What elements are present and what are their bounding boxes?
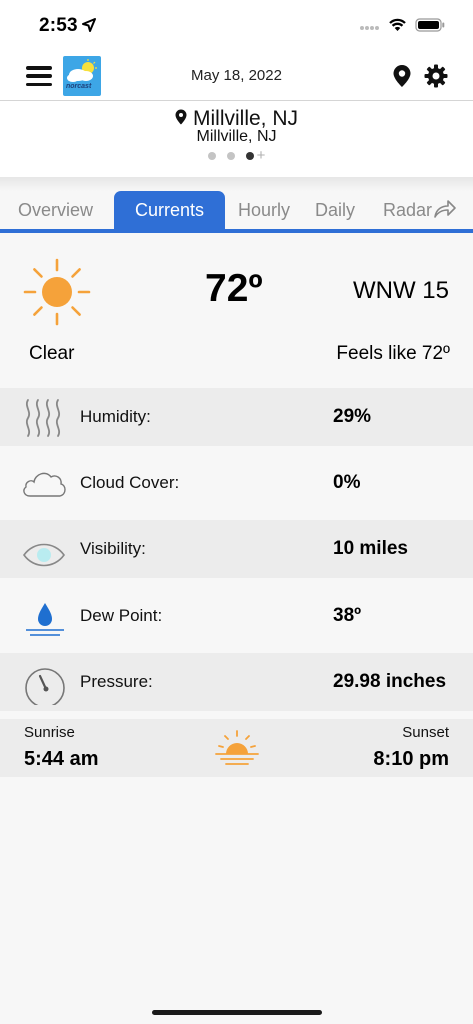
page-indicator[interactable]: +	[0, 148, 473, 163]
detail-row-visibility: Visibility: 10 miles	[0, 520, 473, 578]
dew-drop-icon	[20, 593, 68, 639]
sun-icon	[22, 257, 92, 332]
detail-label: Visibility:	[80, 539, 146, 558]
logo-text: norcast	[66, 83, 92, 90]
detail-row-humidity: Humidity: 29%	[0, 388, 473, 446]
detail-row-cloud-cover: Cloud Cover: 0%	[0, 454, 473, 512]
location-pin-icon[interactable]	[392, 64, 412, 93]
cloud-icon	[20, 460, 68, 506]
detail-label: Dew Point:	[80, 606, 163, 625]
humidity-icon	[20, 394, 68, 440]
status-time: 2:53	[39, 15, 78, 36]
page-dot-active[interactable]	[245, 152, 254, 160]
status-bar: 2:53	[0, 0, 473, 54]
sunrise-sunset-row: Sunrise 5:44 am Sunset 8:10 pm	[0, 719, 473, 777]
detail-label: Cloud Cover:	[80, 473, 180, 492]
location-arrow-icon	[82, 18, 96, 37]
sunrise-icon	[213, 728, 261, 773]
current-summary: 72º WNW 15 Clear Feels like 72º	[0, 233, 473, 388]
gauge-icon	[20, 659, 68, 708]
sunrise-label: Sunrise	[24, 724, 75, 741]
condition-text: Clear	[29, 343, 75, 364]
tab-currents[interactable]: Currents	[114, 191, 225, 229]
add-location-icon[interactable]: +	[257, 148, 266, 163]
battery-icon	[415, 18, 445, 37]
detail-label: Humidity:	[80, 407, 151, 426]
detail-value: 38º	[333, 605, 362, 626]
share-arrow-icon[interactable]	[433, 199, 457, 224]
signal-icon	[360, 19, 380, 37]
detail-value: 10 miles	[333, 538, 408, 559]
app-header: norcast May 18, 2022	[0, 54, 473, 100]
tab-radar[interactable]: Radar	[383, 191, 432, 229]
current-temperature: 72º	[205, 267, 263, 310]
eye-icon	[20, 526, 68, 572]
status-indicators	[360, 18, 445, 37]
location-subtitle: Millville, NJ	[196, 128, 277, 145]
detail-row-dew-point: Dew Point: 38º	[0, 587, 473, 645]
sunset-time: 8:10 pm	[373, 748, 449, 770]
page-dot[interactable]	[226, 152, 235, 160]
tab-overview[interactable]: Overview	[18, 191, 93, 229]
location-pin-icon	[175, 109, 187, 130]
tab-bar: Overview Currents Hourly Daily Radar	[0, 191, 473, 233]
detail-row-pressure: Pressure: 29.98 inches	[0, 653, 473, 711]
tab-daily[interactable]: Daily	[315, 191, 355, 229]
settings-gear-icon[interactable]	[424, 64, 448, 93]
detail-label: Pressure:	[80, 672, 153, 691]
home-indicator[interactable]	[152, 1010, 322, 1015]
feels-like-text: Feels like 72º	[336, 343, 450, 364]
tab-hourly[interactable]: Hourly	[238, 191, 290, 229]
sunrise-time: 5:44 am	[24, 748, 99, 770]
wind-value: WNW 15	[353, 277, 449, 304]
detail-value: 29.98 inches	[333, 671, 447, 692]
sunset-label: Sunset	[402, 724, 449, 741]
page-dot[interactable]	[207, 152, 216, 160]
location-panel[interactable]: Millville, NJ Millville, NJ +	[0, 101, 473, 177]
detail-value: 29%	[333, 406, 372, 427]
wifi-icon	[388, 18, 407, 37]
detail-value: 0%	[333, 472, 361, 493]
panel-shadow	[0, 177, 473, 191]
